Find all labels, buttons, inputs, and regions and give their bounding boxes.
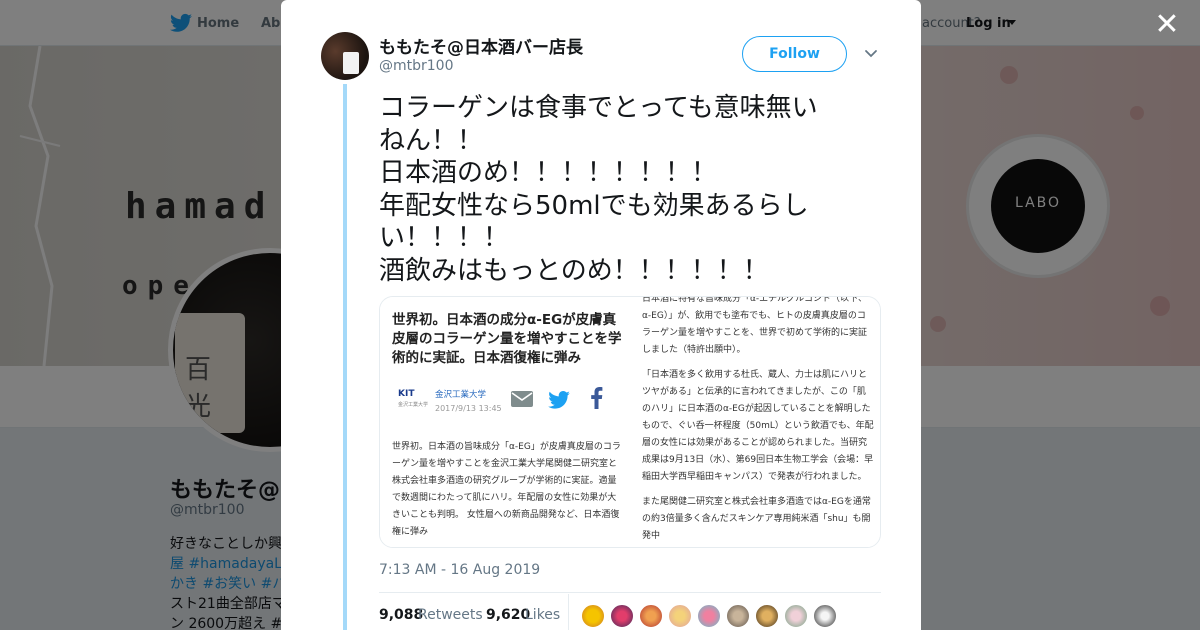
stats-divider [379, 592, 881, 593]
article-headline: 世界初。日本酒の成分α-EGが皮膚真皮層のコラーゲン量を増やすことを学術的に実証… [392, 312, 622, 366]
kit-logo-subtext: 金沢工業大学 [398, 402, 429, 408]
liker-avatar[interactable] [755, 604, 779, 628]
article-body: 日本酒に特有な旨味成分「α-エチルグルコシド（以下、α-EG）」が、飲用でも塗布… [642, 296, 874, 547]
chevron-down-icon[interactable] [864, 47, 878, 61]
tweet-text-line: ねん！！ [379, 125, 484, 156]
follow-button[interactable]: Follow [742, 36, 847, 72]
article-paragraph: 「日本酒を多く飲用する杜氏、蔵人、力士は肌にハリとツヤがある」と伝承的に言われて… [642, 370, 874, 482]
retweet-count[interactable]: 9,088 [379, 607, 423, 623]
facebook-share-icon [591, 387, 603, 409]
close-icon[interactable]: ✕ [1153, 10, 1181, 40]
article-paragraph: また尾関健二研究室と株式会社車多酒造ではα-EGを通常の約3倍量多く含んだスキン… [642, 497, 871, 541]
author-handle[interactable]: @mtbr100 [379, 58, 454, 74]
tweet-text-line: 酒飲みはもっとのめ！！！！！！ [379, 255, 769, 286]
tweet-text-line: 日本酒のめ！！！！！！！！ [379, 158, 718, 188]
liker-avatar[interactable] [697, 604, 721, 628]
tweet-modal: ももたそ@日本酒バー店長 @mtbr100 Follow コラーゲンは食事でとっ… [281, 0, 921, 630]
tweet-timestamp[interactable]: 7:13 AM - 16 Aug 2019 [379, 562, 540, 578]
tweet-text-line: い！！！！ [379, 223, 510, 253]
thread-line [343, 84, 347, 630]
media-image-left[interactable]: 世界初。日本酒の成分α-EGが皮膚真皮層のコラーゲン量を増やすことを学術的に実証… [380, 297, 630, 547]
liker-avatar[interactable] [610, 604, 634, 628]
liker-avatar[interactable] [813, 604, 837, 628]
tweet-text-line: コラーゲンは食事でとっても意味無い [379, 93, 818, 123]
avatar-cup-image [343, 52, 359, 74]
mail-icon [511, 391, 533, 407]
stats-vertical-divider [568, 594, 569, 630]
tweet-media[interactable]: 世界初。日本酒の成分α-EGが皮膚真皮層のコラーゲン量を増やすことを学術的に実証… [379, 296, 881, 548]
author-avatar[interactable] [321, 32, 369, 80]
like-count[interactable]: 9,620 [486, 607, 530, 623]
article-paragraph: 日本酒に特有な旨味成分「α-エチルグルコシド（以下、α-EG）」が、飲用でも塗布… [642, 296, 868, 355]
like-label[interactable]: Likes [525, 607, 560, 623]
retweet-label[interactable]: Retweets [418, 607, 483, 623]
liker-avatar[interactable] [668, 604, 692, 628]
tweet-text-line: 年配女性なら50mlでも効果あるらし [379, 190, 809, 221]
liker-avatar[interactable] [726, 604, 750, 628]
tweet-text: コラーゲンは食事でとっても意味無い ねん！！ 日本酒のめ！！！！！！！！ 年配女… [379, 92, 859, 287]
article-date: 2017/9/13 13:45 [435, 404, 502, 413]
media-image-right[interactable]: 日本酒に特有な旨味成分「α-エチルグルコシド（以下、α-EG）」が、飲用でも塗布… [632, 296, 880, 547]
liker-avatar[interactable] [581, 604, 605, 628]
kit-logo: KIT [398, 389, 415, 399]
article-summary: 世界初。日本酒の旨味成分「α-EG」が皮膚真皮層のコラーゲン量を増やすことを金沢… [392, 442, 621, 537]
author-name[interactable]: ももたそ@日本酒バー店長 [379, 33, 583, 58]
liker-avatar[interactable] [639, 604, 663, 628]
liker-avatar[interactable] [784, 604, 808, 628]
twitter-share-icon [548, 391, 570, 409]
article-source: 金沢工業大学 [435, 390, 487, 400]
